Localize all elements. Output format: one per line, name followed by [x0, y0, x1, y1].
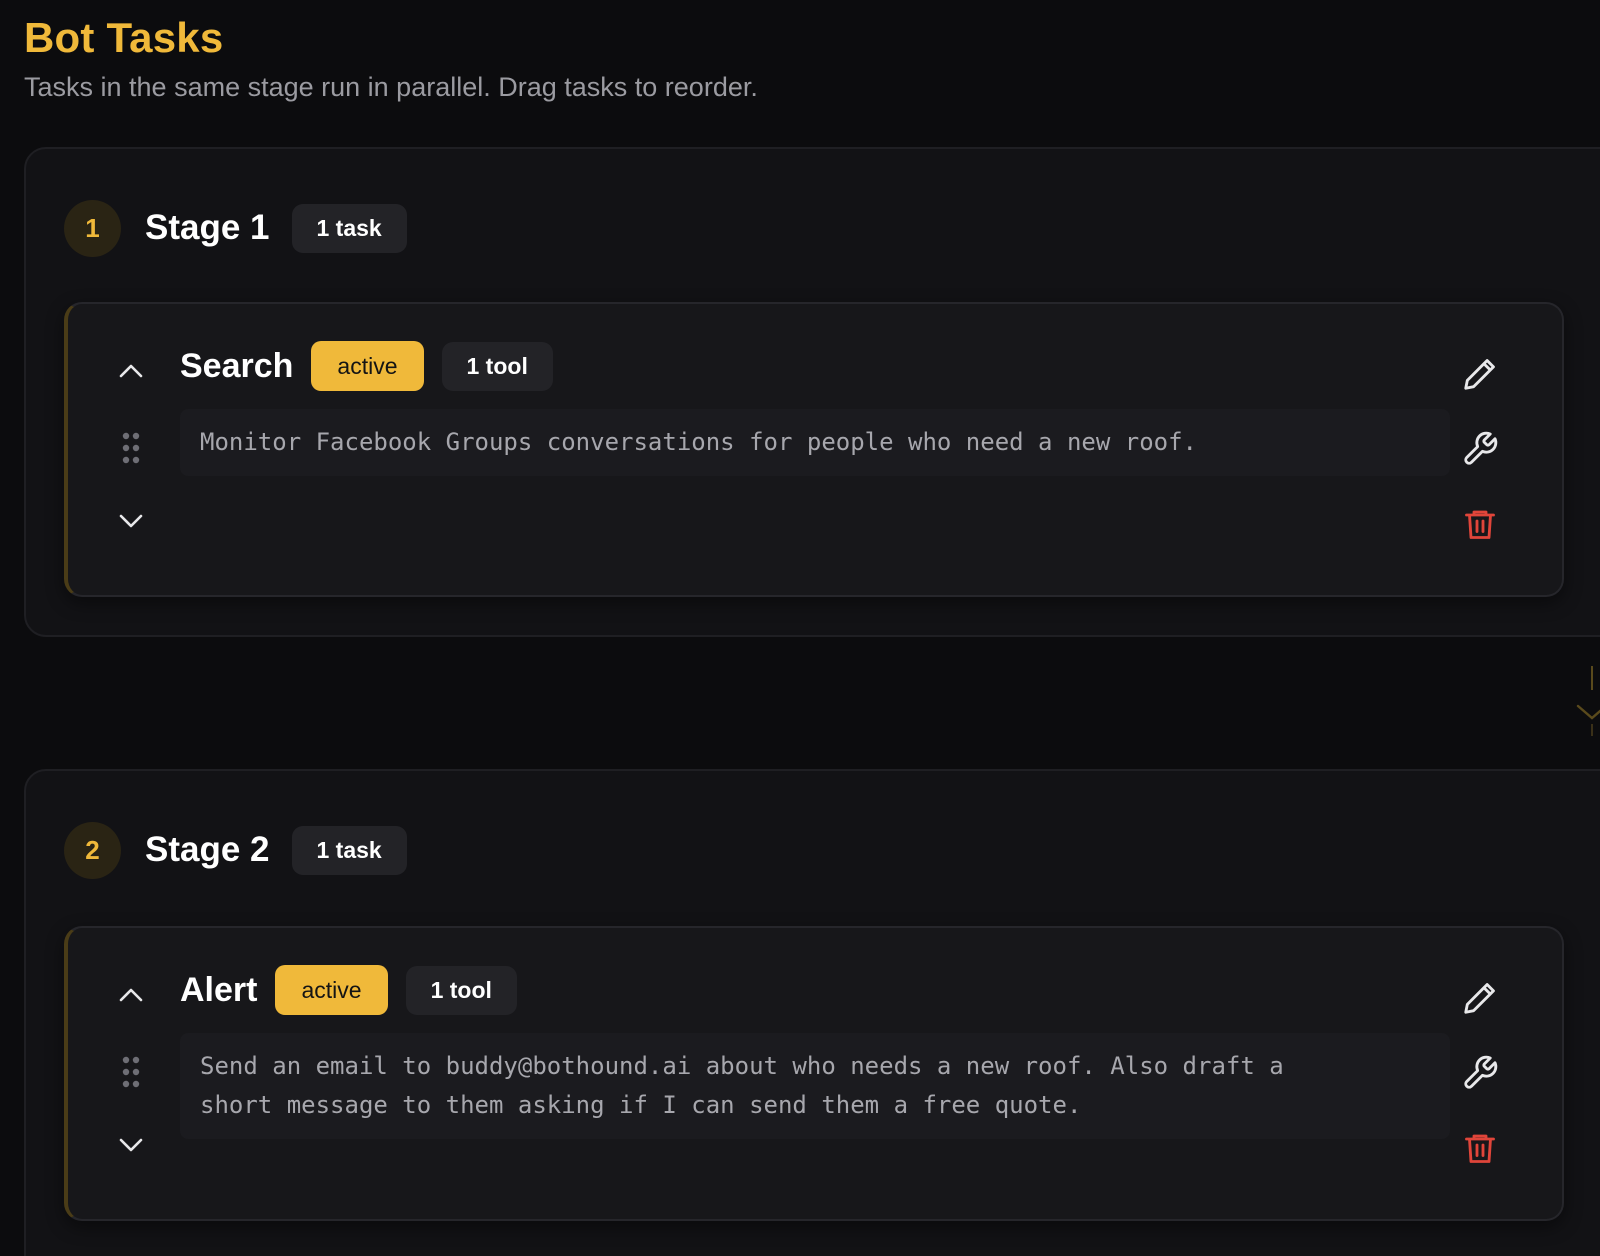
stage-title: Stage 2 — [145, 830, 270, 869]
trash-icon — [1465, 1134, 1495, 1163]
tool-count-badge: 1 tool — [441, 341, 553, 391]
task-order-controls — [116, 344, 146, 544]
task-header: Alert active 1 tool — [180, 964, 517, 1016]
task-actions — [1460, 978, 1500, 1178]
task-title: Alert — [180, 970, 258, 1009]
trash-icon — [1465, 510, 1495, 539]
task-description[interactable]: Monitor Facebook Groups conversations fo… — [180, 409, 1450, 476]
edit-task-button[interactable] — [1460, 354, 1500, 394]
bot-tasks-page: Bot Tasks Tasks in the same stage run in… — [0, 0, 1600, 1256]
drag-handle-icon[interactable] — [120, 1055, 142, 1089]
stage-header: 2 Stage 2 1 task — [64, 821, 407, 879]
edit-task-button[interactable] — [1460, 978, 1500, 1018]
stage-title: Stage 1 — [145, 208, 270, 247]
stage-task-count: 1 task — [291, 203, 407, 253]
delete-task-button[interactable] — [1460, 504, 1500, 544]
stage-1-panel: 1 Stage 1 1 task Search active 1 tool Mo… — [24, 147, 1600, 637]
task-header: Search active 1 tool — [180, 340, 553, 392]
stage-2-panel: 2 Stage 2 1 task Alert active 1 tool Sen… — [24, 769, 1600, 1256]
status-badge: active — [275, 965, 388, 1015]
task-tools-button[interactable] — [1460, 1053, 1500, 1093]
pencil-icon — [1464, 359, 1495, 390]
arrow-down-icon — [1576, 662, 1600, 738]
task-card-alert[interactable]: Alert active 1 tool Send an email to bud… — [64, 926, 1564, 1221]
status-badge: active — [311, 341, 424, 391]
delete-task-button[interactable] — [1460, 1128, 1500, 1168]
chevron-down-icon[interactable] — [116, 1130, 146, 1160]
stage-number-badge: 2 — [64, 821, 121, 879]
chevron-up-icon[interactable] — [116, 980, 146, 1010]
task-actions — [1460, 354, 1500, 554]
task-description[interactable]: Send an email to buddy@bothound.ai about… — [180, 1033, 1450, 1139]
wrench-icon — [1464, 431, 1498, 465]
tool-count-badge: 1 tool — [405, 965, 517, 1015]
chevron-up-icon[interactable] — [116, 356, 146, 386]
stage-task-count: 1 task — [291, 825, 407, 875]
task-title: Search — [180, 346, 294, 385]
task-card-search[interactable]: Search active 1 tool Monitor Facebook Gr… — [64, 302, 1564, 597]
stage-header: 1 Stage 1 1 task — [64, 199, 407, 257]
task-order-controls — [116, 968, 146, 1168]
task-tools-button[interactable] — [1460, 429, 1500, 469]
drag-handle-icon[interactable] — [120, 431, 142, 465]
pencil-icon — [1464, 983, 1495, 1014]
stage-number-badge: 1 — [64, 199, 121, 257]
wrench-icon — [1464, 1055, 1498, 1089]
page-title: Bot Tasks — [24, 14, 224, 61]
chevron-down-icon[interactable] — [116, 506, 146, 536]
page-subtitle: Tasks in the same stage run in parallel.… — [24, 72, 758, 102]
